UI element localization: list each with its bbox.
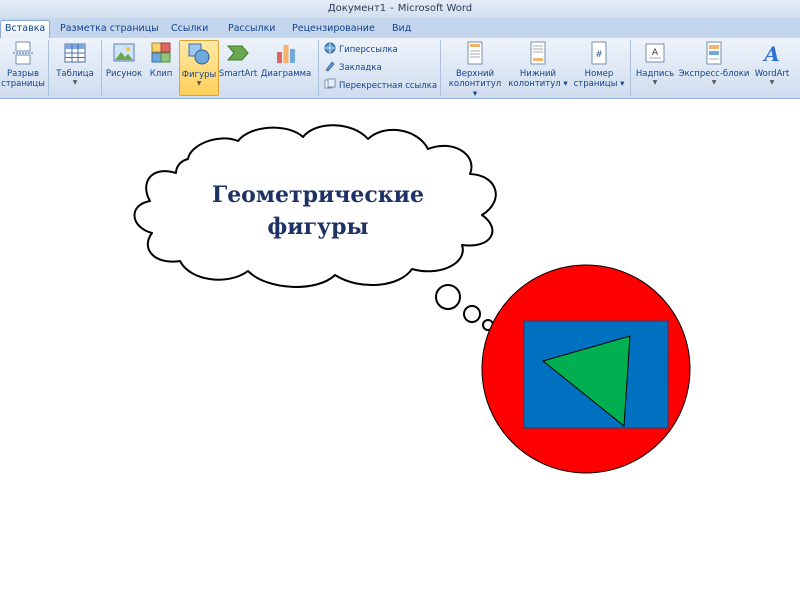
page-number-button[interactable]: # Номер страницы ▾ bbox=[572, 40, 626, 89]
text-box-label: Надпись bbox=[635, 69, 675, 79]
bookmark-icon bbox=[325, 61, 335, 72]
ribbon: Разрыв страницы Таблица ▼ Рисунок Клип Ф… bbox=[0, 38, 800, 99]
group-divider bbox=[440, 40, 441, 96]
page-break-label-2: страницы bbox=[1, 79, 45, 89]
shapes-icon bbox=[188, 43, 210, 65]
bookmark-label: Закладка bbox=[339, 63, 382, 73]
quick-parts-label: Экспресс-блоки bbox=[678, 69, 750, 79]
ribbon-tabs: Вставка Разметка страницы Ссылки Рассылк… bbox=[0, 18, 800, 39]
group-divider bbox=[101, 40, 102, 96]
globe-link-icon bbox=[324, 42, 336, 54]
smartart-button[interactable]: SmartArt bbox=[218, 40, 258, 79]
table-button[interactable]: Таблица ▼ bbox=[54, 40, 96, 86]
smartart-label: SmartArt bbox=[218, 69, 258, 79]
bookmark-button[interactable]: Закладка bbox=[324, 60, 382, 74]
thought-cloud-text[interactable]: Геометрические фигуры bbox=[178, 179, 458, 243]
tab-page-layout[interactable]: Разметка страницы bbox=[60, 21, 159, 37]
chevron-down-icon: ▼ bbox=[196, 80, 202, 87]
header-icon bbox=[467, 41, 483, 65]
wordart-label: WordArt bbox=[754, 69, 790, 79]
svg-text:A: A bbox=[652, 48, 659, 58]
quick-parts-icon bbox=[706, 41, 722, 65]
table-icon bbox=[64, 43, 86, 63]
clip-art-icon bbox=[151, 42, 171, 63]
smartart-icon bbox=[226, 45, 249, 61]
page-break-label-1: Разрыв bbox=[7, 69, 39, 79]
hyperlink-button[interactable]: Гиперссылка bbox=[324, 42, 398, 56]
title-bar: Документ1- Microsoft Word bbox=[0, 0, 800, 18]
header-label-1: Верхний bbox=[455, 69, 495, 79]
header-label-2: колонтитул bbox=[448, 79, 502, 89]
shapes-button[interactable]: Фигуры ▼ bbox=[179, 40, 219, 96]
shapes-label: Фигуры bbox=[181, 70, 217, 80]
footer-label-1: Нижний bbox=[519, 69, 557, 79]
footer-label-2: колонтитул bbox=[508, 79, 561, 89]
picture-button[interactable]: Рисунок bbox=[104, 40, 144, 79]
drawing-canvas bbox=[133, 124, 691, 474]
text-box-icon: A bbox=[645, 43, 665, 63]
footer-icon bbox=[530, 41, 546, 65]
tab-references[interactable]: Ссылки bbox=[171, 21, 208, 37]
wordart-icon: A bbox=[762, 42, 780, 66]
picture-label: Рисунок bbox=[105, 69, 143, 79]
footer-button[interactable]: Нижний колонтитул ▾ bbox=[508, 40, 568, 89]
tab-insert[interactable]: Вставка bbox=[0, 20, 51, 39]
bar-chart-icon bbox=[277, 45, 295, 63]
chevron-down-icon: ▼ bbox=[652, 79, 658, 86]
thought-bubble-large bbox=[435, 284, 461, 310]
thought-text-line-1: Геометрические bbox=[212, 182, 424, 208]
chart-label: Диаграмма bbox=[260, 69, 312, 79]
cross-reference-label: Перекрестная ссылка bbox=[339, 81, 438, 91]
quick-parts-button[interactable]: Экспресс-блоки ▼ bbox=[678, 40, 750, 86]
document-title: Документ1 bbox=[327, 3, 387, 14]
tab-mailings[interactable]: Рассылки bbox=[228, 21, 275, 37]
tab-review[interactable]: Рецензирование bbox=[292, 21, 375, 37]
group-divider bbox=[630, 40, 631, 96]
app-title: Microsoft Word bbox=[397, 3, 473, 14]
text-box-button[interactable]: A Надпись ▼ bbox=[634, 40, 676, 86]
chevron-down-icon: ▼ bbox=[711, 79, 717, 86]
thought-text-line-2: фигуры bbox=[267, 214, 369, 240]
wordart-button[interactable]: A WordArt ▼ bbox=[752, 40, 792, 86]
svg-text:A: A bbox=[762, 42, 780, 66]
svg-text:#: # bbox=[595, 50, 603, 60]
group-divider bbox=[48, 40, 49, 96]
cross-reference-icon bbox=[324, 78, 336, 89]
header-button[interactable]: Верхний колонтитул ▾ bbox=[446, 40, 504, 99]
clip-art-label: Клип bbox=[149, 69, 173, 79]
picture-icon bbox=[113, 43, 135, 62]
page-number-label-2: страницы bbox=[573, 79, 618, 89]
table-label: Таблица bbox=[56, 69, 94, 79]
hyperlink-label: Гиперссылка bbox=[339, 45, 398, 55]
group-divider bbox=[318, 40, 319, 96]
title-separator: - bbox=[390, 3, 394, 14]
page-break-button[interactable]: Разрыв страницы bbox=[0, 40, 46, 89]
thought-bubble-medium bbox=[463, 305, 481, 323]
page-number-label-1: Номер bbox=[584, 69, 614, 79]
clip-art-button[interactable]: Клип bbox=[146, 40, 176, 79]
chart-button[interactable]: Диаграмма bbox=[258, 40, 314, 79]
cross-reference-button[interactable]: Перекрестная ссылка bbox=[324, 78, 437, 92]
page-number-icon: # bbox=[591, 41, 607, 65]
chevron-down-icon: ▼ bbox=[72, 79, 78, 86]
page-break-icon bbox=[13, 41, 33, 65]
tab-view[interactable]: Вид bbox=[392, 21, 411, 37]
chevron-down-icon: ▼ bbox=[769, 79, 775, 86]
document-page[interactable]: Геометрические фигуры bbox=[0, 99, 800, 600]
